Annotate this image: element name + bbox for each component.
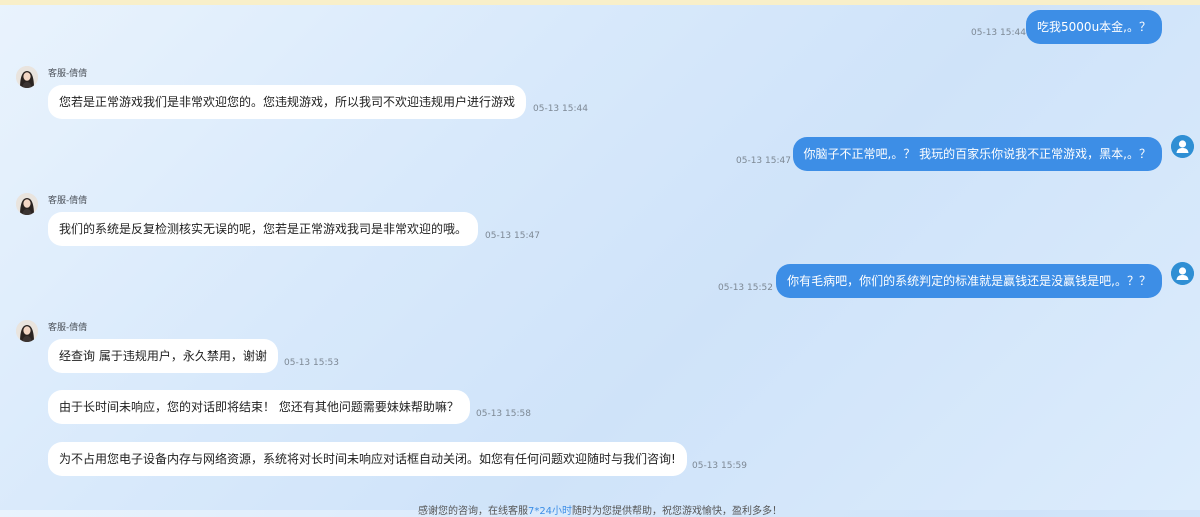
user-message-bubble: 吃我5000u本金,。？	[1026, 10, 1162, 44]
agent-message-bubble: 为不占用您电子设备内存与网络资源，系统将对长时间未响应对话框自动关闭。如您有任何…	[48, 442, 687, 476]
agent-avatar	[16, 193, 38, 215]
footer-hours-link[interactable]: 7*24小时	[528, 506, 572, 517]
agent-name: 客服-倩倩	[48, 196, 88, 206]
woman-portrait-icon	[16, 320, 38, 342]
top-banner-strip	[0, 0, 1200, 5]
user-avatar	[1171, 135, 1194, 158]
footer-prefix: 感谢您的咨询，在线客服	[417, 506, 528, 517]
agent-name: 客服-倩倩	[48, 323, 88, 333]
woman-portrait-icon	[16, 193, 38, 215]
agent-message-bubble: 由于长时间未响应，您的对话即将结束！ 您还有其他问题需要妹妹帮助嘛？	[48, 390, 470, 424]
agent-message-bubble: 我们的系统是反复检测核实无误的呢，您若是正常游戏我司是非常欢迎的哦。	[48, 212, 479, 246]
footer-suffix: 随时为您提供帮助，祝您游戏愉快，盈利多多！	[572, 506, 783, 517]
woman-portrait-icon	[16, 66, 38, 88]
agent-message-bubble: 经查询 属于违规用户，永久禁用，谢谢	[48, 339, 278, 373]
user-message-bubble: 你脑子不正常吧,。？ 我玩的百家乐你说我不正常游戏，黑本,。？	[792, 137, 1162, 171]
message-timestamp: 05-13 15:59	[692, 461, 747, 471]
user-avatar	[1171, 262, 1194, 285]
message-timestamp: 05-13 15:47	[485, 231, 540, 241]
message-timestamp: 05-13 15:44	[971, 28, 1026, 38]
agent-name: 客服-倩倩	[48, 69, 88, 79]
agent-message-bubble: 您若是正常游戏我们是非常欢迎您的。您违规游戏，所以我司不欢迎违规用户进行游戏	[48, 85, 527, 119]
user-message-bubble: 你有毛病吧，你们的系统判定的标准就是赢钱还是没赢钱是吧,。？？	[776, 264, 1162, 298]
message-timestamp: 05-13 15:58	[476, 409, 531, 419]
message-timestamp: 05-13 15:52	[718, 283, 773, 293]
message-timestamp: 05-13 15:44	[533, 104, 588, 114]
message-timestamp: 05-13 15:53	[284, 358, 339, 368]
agent-avatar	[16, 66, 38, 88]
user-silhouette-icon	[1171, 135, 1194, 158]
user-silhouette-icon	[1171, 262, 1194, 285]
agent-avatar	[16, 320, 38, 342]
message-timestamp: 05-13 15:47	[736, 156, 791, 166]
